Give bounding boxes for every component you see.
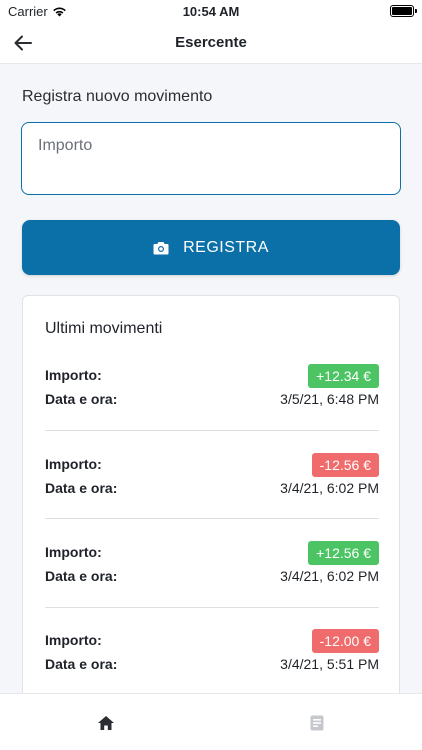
amount-input[interactable] [21, 122, 401, 195]
datetime-label: Data e ora: [45, 656, 118, 672]
battery-icon [390, 5, 417, 17]
receipt-icon [310, 715, 323, 730]
divider [45, 430, 379, 431]
amount-label: Importo: [45, 632, 102, 648]
navigation-bar: Esercente [0, 22, 422, 64]
home-icon [97, 715, 114, 730]
camera-icon [153, 241, 169, 254]
divider [45, 518, 379, 519]
transaction-item: Importo: -12.56 € Data e ora: 3/4/21, 6:… [45, 453, 379, 541]
datetime-label: Data e ora: [45, 480, 118, 496]
register-button[interactable]: REGISTRA [22, 220, 400, 275]
transaction-item: Importo: +12.56 € Data e ora: 3/4/21, 6:… [45, 541, 379, 629]
datetime-label: Data e ora: [45, 391, 118, 407]
amount-badge: +12.56 € [308, 541, 379, 565]
tab-home[interactable] [0, 694, 211, 750]
recent-transactions-card: Ultimi movimenti Importo: +12.34 € Data … [22, 295, 400, 715]
datetime-label: Data e ora: [45, 568, 118, 584]
amount-badge: +12.34 € [308, 364, 379, 388]
recent-transactions-title: Ultimi movimenti [45, 320, 163, 337]
transaction-datetime: 3/4/21, 5:51 PM [280, 656, 379, 672]
transaction-datetime: 3/4/21, 6:02 PM [280, 568, 379, 584]
amount-label: Importo: [45, 544, 102, 560]
tab-transactions[interactable] [211, 694, 422, 750]
new-transaction-heading: Registra nuovo movimento [22, 88, 213, 105]
page-title: Esercente [175, 34, 247, 51]
register-button-label: REGISTRA [183, 238, 269, 256]
transaction-datetime: 3/4/21, 6:02 PM [280, 480, 379, 496]
status-time: 10:54 AM [182, 4, 240, 19]
tab-bar [0, 693, 422, 750]
transaction-item: Importo: +12.34 € Data e ora: 3/5/21, 6:… [45, 364, 379, 452]
status-bar: Carrier 10:54 AM [0, 0, 422, 22]
amount-label: Importo: [45, 456, 102, 472]
amount-badge: -12.00 € [311, 629, 379, 653]
transaction-datetime: 3/5/21, 6:48 PM [280, 391, 379, 407]
divider [45, 607, 379, 608]
amount-badge: -12.56 € [311, 453, 379, 477]
amount-label: Importo: [45, 367, 102, 383]
